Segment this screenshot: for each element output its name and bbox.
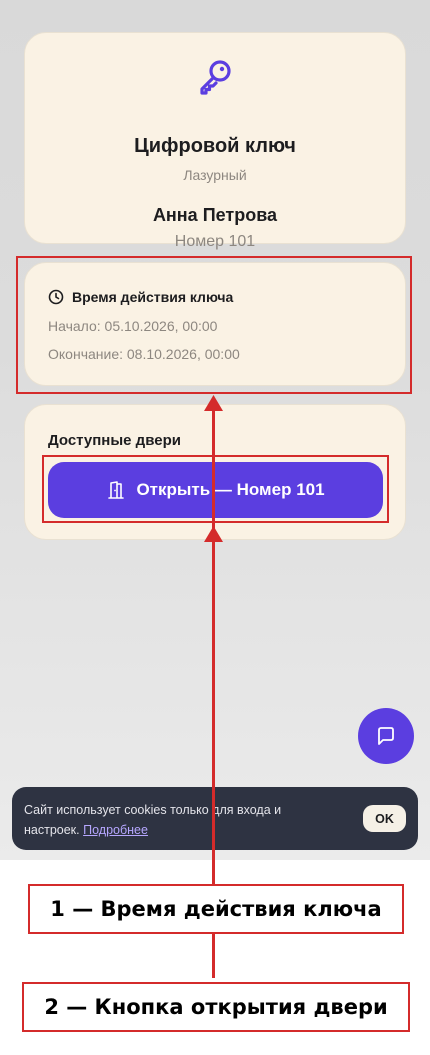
- annotation-arrow-1-head: [204, 395, 223, 411]
- doors-title: Доступные двери: [48, 432, 181, 449]
- cookie-ok-button[interactable]: OK: [363, 805, 406, 832]
- chat-icon: [378, 727, 394, 745]
- key-card: Цифровой ключ Лазурный Анна Петрова Номе…: [24, 32, 406, 250]
- highlight-validity: [16, 256, 412, 394]
- cookie-text: Сайт использует cookies только для входа…: [24, 800, 324, 840]
- cookie-more-link[interactable]: Подробнее: [83, 823, 148, 837]
- cookie-message: Сайт использует cookies только для входа…: [24, 803, 282, 837]
- annotation-label-1: 1 — Время действия ключа: [28, 884, 404, 934]
- annotation-label-2: 2 — Кнопка открытия двери: [22, 982, 410, 1032]
- guest-name: Анна Петрова: [152, 205, 278, 225]
- hotel-name: Лазурный: [183, 167, 247, 183]
- annotation-arrow-2-head: [204, 526, 223, 542]
- room-label: Номер 101: [174, 233, 256, 250]
- key-title: Цифровой ключ: [134, 135, 296, 157]
- app-screen: Цифровой ключ Лазурный Анна Петрова Номе…: [0, 0, 430, 860]
- key-icon: [200, 60, 231, 95]
- cookie-banner: Сайт использует cookies только для входа…: [12, 787, 418, 850]
- highlight-open-button: [42, 455, 389, 523]
- chat-button[interactable]: [358, 708, 414, 764]
